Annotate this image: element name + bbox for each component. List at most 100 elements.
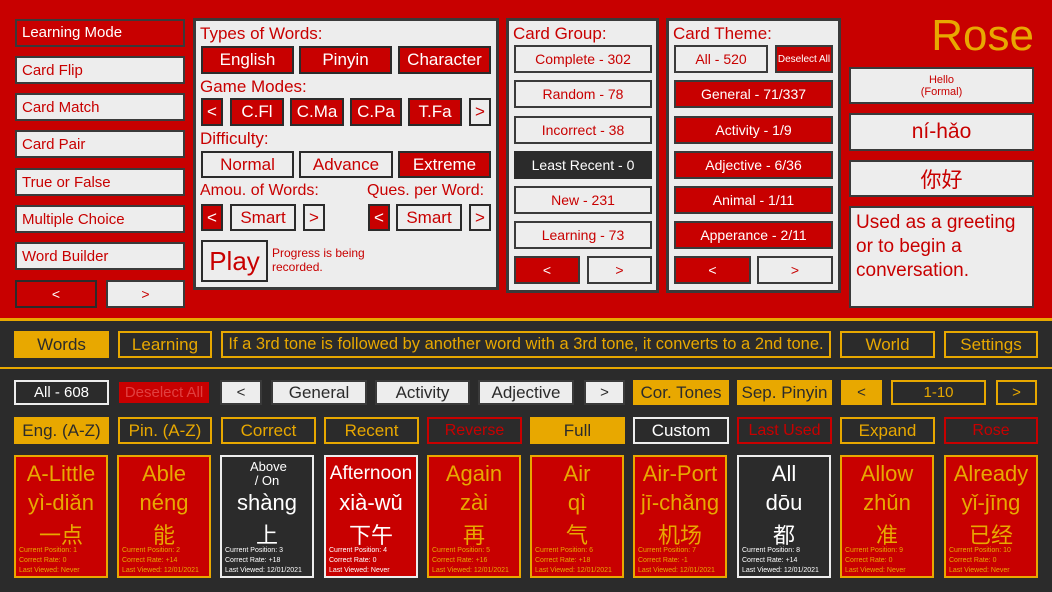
sort-eng-button[interactable]: Eng. (A-Z) [14, 417, 109, 444]
group-incorrect[interactable]: Incorrect - 38 [514, 116, 652, 144]
mode-card-pair-button[interactable]: C.Pa [350, 98, 402, 126]
menu-word-builder[interactable]: Word Builder [15, 242, 185, 270]
menu-card-match[interactable]: Card Match [15, 93, 185, 121]
nav-settings-button[interactable]: Settings [944, 331, 1038, 358]
card-correct-rate: Correct Rate: 0 [949, 557, 997, 564]
menu-true-or-false[interactable]: True or False [15, 168, 185, 196]
type-pinyin-button[interactable]: Pinyin [299, 46, 392, 74]
card-correct-rate: Correct Rate: +18 [535, 557, 591, 564]
sort-correct-button[interactable]: Correct [221, 417, 316, 444]
word-card[interactable]: Allow zhǔn 准 Current Position: 9 Correct… [840, 455, 934, 578]
filter-all-button[interactable]: All - 608 [14, 380, 109, 405]
view-full-button[interactable]: Full [530, 417, 625, 444]
card-pinyin: yì-diǎn [27, 490, 95, 515]
card-pinyin: jī-chǎng [640, 490, 720, 515]
word-card[interactable]: All dōu 都 Current Position: 8 Correct Ra… [737, 455, 831, 578]
difficulty-normal-button[interactable]: Normal [201, 151, 294, 178]
word-card[interactable]: Already yǐ-jīng 已经 Current Position: 10 … [944, 455, 1038, 578]
card-pinyin: xià-wǔ [339, 490, 403, 515]
type-english-button[interactable]: English [201, 46, 294, 74]
word-card[interactable]: Again zài 再 Current Position: 5 Correct … [427, 455, 521, 578]
menu-card-pair[interactable]: Card Pair [15, 130, 185, 158]
filter-deselect-all-button[interactable]: Deselect All [117, 380, 211, 405]
theme-prev-button[interactable]: < [674, 256, 751, 284]
view-rose-button[interactable]: Rose [944, 417, 1038, 444]
theme-general[interactable]: General - 71/337 [674, 80, 833, 108]
menu-prev-button[interactable]: < [15, 280, 97, 308]
theme-next-button[interactable]: > [757, 256, 833, 284]
group-complete[interactable]: Complete - 302 [514, 45, 652, 73]
card-last-viewed: Last Viewed: 12/01/2021 [535, 567, 612, 574]
mode-card-flip-button[interactable]: C.Fl [230, 98, 284, 126]
difficulty-advance-button[interactable]: Advance [299, 151, 393, 178]
cor-tones-toggle[interactable]: Cor. Tones [633, 380, 729, 405]
card-position: Current Position: 6 [535, 547, 593, 554]
theme-all-button[interactable]: All - 520 [674, 45, 768, 73]
filter-theme-adjective[interactable]: Adjective [478, 380, 574, 405]
menu-next-button[interactable]: > [106, 280, 185, 308]
view-custom-button[interactable]: Custom [633, 417, 729, 444]
ques-value[interactable]: Smart [396, 204, 462, 231]
menu-card-flip[interactable]: Card Flip [15, 56, 185, 84]
menu-multiple-choice[interactable]: Multiple Choice [15, 205, 185, 233]
ques-prev-button[interactable]: < [368, 204, 390, 231]
theme-deselect-all-button[interactable]: Deselect All [775, 45, 833, 73]
theme-apperance[interactable]: Apperance - 2/11 [674, 221, 833, 249]
ques-per-word-label: Ques. per Word: [367, 182, 485, 199]
amount-label: Amou. of Words: [200, 182, 319, 199]
nav-world-button[interactable]: World [840, 331, 935, 358]
group-prev-button[interactable]: < [514, 256, 580, 284]
amount-prev-button[interactable]: < [201, 204, 223, 231]
card-correct-rate: Correct Rate: 0 [845, 557, 893, 564]
page-prev-button[interactable]: < [841, 380, 882, 405]
card-correct-rate: Correct Rate: 0 [329, 557, 377, 564]
sort-pin-button[interactable]: Pin. (A-Z) [118, 417, 212, 444]
play-button[interactable]: Play [201, 240, 268, 282]
group-next-button[interactable]: > [587, 256, 652, 284]
card-pinyin: qì [567, 490, 587, 515]
theme-animal[interactable]: Animal - 1/11 [674, 186, 833, 214]
theme-adjective[interactable]: Adjective - 6/36 [674, 151, 833, 179]
nav-words-button[interactable]: Words [14, 331, 109, 358]
word-card[interactable]: Above / On shàng 上 Current Position: 3 C… [220, 455, 314, 578]
filter-theme-general[interactable]: General [271, 380, 367, 405]
view-last-used-button[interactable]: Last Used [737, 417, 832, 444]
theme-activity[interactable]: Activity - 1/9 [674, 116, 833, 144]
word-card[interactable]: Air qì 气 Current Position: 6 Correct Rat… [530, 455, 624, 578]
difficulty-extreme-button[interactable]: Extreme [398, 151, 491, 178]
group-learning[interactable]: Learning - 73 [514, 221, 652, 249]
word-card[interactable]: Air-Port jī-chǎng 机场 Current Position: 7… [633, 455, 727, 578]
sep-pinyin-toggle[interactable]: Sep. Pinyin [737, 380, 832, 405]
page-next-button[interactable]: > [996, 380, 1037, 405]
mode-card-match-button[interactable]: C.Ma [290, 98, 344, 126]
card-correct-rate: Correct Rate: +14 [122, 557, 178, 564]
filter-next-button[interactable]: > [584, 380, 625, 405]
filter-prev-button[interactable]: < [220, 380, 262, 405]
card-character: 气 [565, 523, 588, 548]
word-card[interactable]: Able néng 能 Current Position: 2 Correct … [117, 455, 211, 578]
card-english: Again [445, 461, 503, 486]
card-english: Able [141, 461, 187, 486]
amount-value[interactable]: Smart [230, 204, 296, 231]
group-least-recent[interactable]: Least Recent - 0 [514, 151, 652, 179]
card-correct-rate: Correct Rate: -1 [638, 557, 688, 564]
group-random[interactable]: Random - 78 [514, 80, 652, 108]
group-new[interactable]: New - 231 [514, 186, 652, 214]
card-character: 一点 [38, 523, 83, 548]
view-expand-button[interactable]: Expand [840, 417, 935, 444]
word-card[interactable]: Afternoon xià-wǔ 下午 Current Position: 4 … [324, 455, 418, 578]
ques-next-button[interactable]: > [469, 204, 491, 231]
card-pinyin: zài [459, 490, 489, 515]
amount-next-button[interactable]: > [303, 204, 325, 231]
word-card[interactable]: A-Little yì-diǎn 一点 Current Position: 1 … [14, 455, 108, 578]
modes-next-button[interactable]: > [469, 98, 491, 126]
menu-learning-mode[interactable]: Learning Mode [15, 19, 185, 47]
gold-divider-mid [0, 367, 1052, 369]
sort-recent-button[interactable]: Recent [324, 417, 419, 444]
sort-reverse-button[interactable]: Reverse [427, 417, 522, 444]
nav-learning-button[interactable]: Learning [118, 331, 212, 358]
filter-theme-activity[interactable]: Activity [375, 380, 470, 405]
mode-true-false-button[interactable]: T.Fa [408, 98, 462, 126]
type-character-button[interactable]: Character [398, 46, 491, 74]
modes-prev-button[interactable]: < [201, 98, 223, 126]
